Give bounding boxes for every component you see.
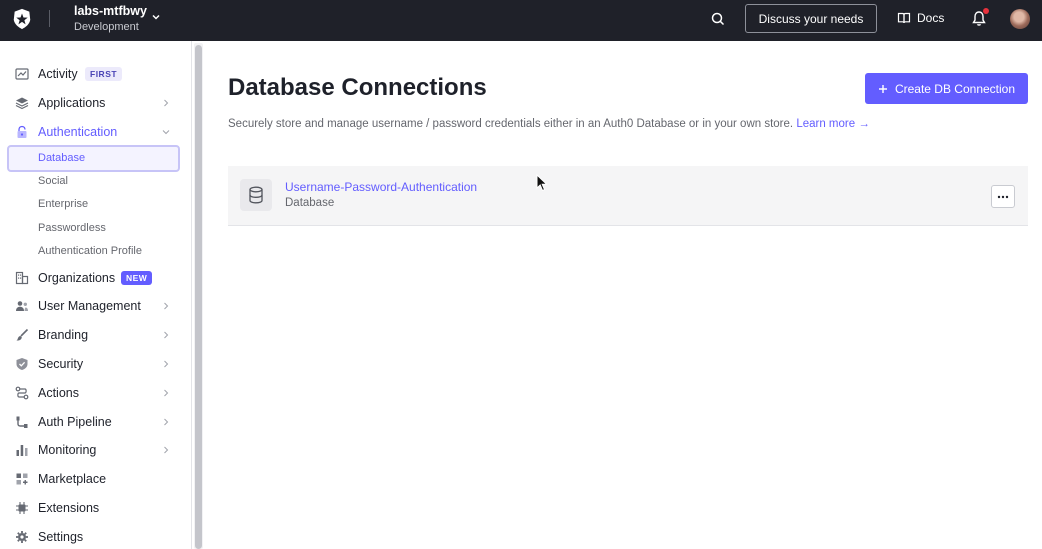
- activity-icon: [15, 68, 29, 80]
- first-badge: FIRST: [85, 67, 123, 81]
- sidebar-item-label: Marketplace: [38, 472, 107, 486]
- shield-icon: [16, 358, 28, 370]
- discuss-needs-button[interactable]: Discuss your needs: [745, 4, 877, 33]
- sidebar-item-marketplace[interactable]: Marketplace: [0, 466, 185, 492]
- connection-more-options-button[interactable]: [991, 185, 1015, 208]
- sidebar-scrollbar-thumb[interactable]: [195, 45, 202, 549]
- tenant-name: labs-mtfbwy: [74, 4, 147, 18]
- sidebar-item-auth-pipeline[interactable]: Auth Pipeline: [0, 409, 185, 435]
- sidebar-item-activity[interactable]: Activity FIRST: [0, 61, 185, 87]
- users-icon: [16, 301, 28, 311]
- sidebar-item-label: Monitoring: [38, 443, 97, 457]
- sidebar-subitem-enterprise[interactable]: Enterprise: [38, 198, 88, 210]
- connection-type: Database: [285, 197, 335, 209]
- sidebar-subitem-authentication-profile[interactable]: Authentication Profile: [38, 245, 142, 257]
- sidebar-item-organizations[interactable]: Organizations NEW: [0, 265, 185, 291]
- sidebar-item-label: Settings: [38, 530, 84, 544]
- sidebar-item-branding[interactable]: Branding: [0, 322, 185, 348]
- chevron-right-icon: [164, 418, 169, 426]
- page-description: Securely store and manage username / pas…: [228, 118, 870, 130]
- docs-label: Docs: [917, 11, 945, 25]
- connection-icon-tile: [240, 179, 272, 211]
- database-icon: [249, 186, 263, 204]
- chevron-right-icon: [164, 331, 169, 339]
- sidebar-item-label: Branding: [38, 328, 89, 342]
- sidebar-item-label: Security: [38, 357, 84, 371]
- topbar-divider: [49, 10, 50, 27]
- sidebar-item-extensions[interactable]: Extensions: [0, 495, 185, 521]
- gear-icon: [16, 531, 28, 543]
- chevron-right-icon: [164, 446, 169, 454]
- sidebar-item-settings[interactable]: Settings: [0, 524, 185, 549]
- sidebar-item-label: Extensions: [38, 501, 100, 515]
- sidebar-item-actions[interactable]: Actions: [0, 380, 185, 406]
- book-icon: [897, 12, 911, 24]
- plus-icon: [878, 84, 887, 93]
- chevron-right-icon: [164, 302, 169, 310]
- connection-name-link[interactable]: Username-Password-Authentication: [285, 180, 477, 194]
- sidebar-subitem-active-highlight: [7, 145, 180, 172]
- applications-icon: [15, 97, 29, 110]
- sidebar-subitem-social[interactable]: Social: [38, 175, 68, 187]
- connection-row[interactable]: Username-Password-Authentication Databas…: [228, 166, 1028, 226]
- page-title: Database Connections: [228, 74, 487, 101]
- tenant-environment: Development: [74, 21, 139, 33]
- learn-more-link[interactable]: Learn more →: [796, 118, 870, 130]
- top-bar: labs-mtfbwy Development Discuss your nee…: [0, 0, 1042, 41]
- chart-icon: [16, 445, 28, 456]
- sidebar-item-monitoring[interactable]: Monitoring: [0, 437, 185, 463]
- lock-icon: [17, 125, 27, 138]
- sidebar-item-security[interactable]: Security: [0, 351, 185, 377]
- chevron-right-icon: [164, 360, 169, 368]
- sidebar-item-label: Organizations: [38, 271, 116, 285]
- sidebar-item-authentication[interactable]: Authentication: [0, 119, 185, 145]
- sidebar-item-label: Applications: [38, 96, 106, 110]
- organizations-icon: [15, 271, 29, 285]
- avatar[interactable]: [1010, 9, 1030, 29]
- sidebar-subitem-passwordless[interactable]: Passwordless: [38, 222, 106, 234]
- sidebar-item-applications[interactable]: Applications: [0, 90, 185, 116]
- chevron-right-icon: [164, 99, 169, 107]
- search-icon[interactable]: [710, 11, 726, 27]
- mouse-cursor-icon: [536, 174, 548, 192]
- chevron-down-icon[interactable]: [151, 12, 161, 22]
- notification-dot: [983, 8, 989, 14]
- actions-icon: [15, 386, 29, 400]
- new-badge: NEW: [121, 271, 153, 285]
- extensions-icon: [16, 502, 28, 514]
- docs-link[interactable]: Docs: [897, 11, 944, 25]
- sidebar-item-label: Activity: [38, 67, 78, 81]
- page-description-text: Securely store and manage username / pas…: [228, 118, 794, 130]
- sidebar-item-label: Actions: [38, 386, 79, 400]
- chevron-down-icon: [162, 130, 170, 135]
- brush-icon: [16, 328, 29, 341]
- marketplace-icon: [16, 473, 28, 485]
- create-db-connection-label: Create DB Connection: [894, 81, 1016, 96]
- tenant-switcher[interactable]: labs-mtfbwy Development: [74, 4, 147, 34]
- sidebar-item-label: Auth Pipeline: [38, 415, 112, 429]
- more-horizontal-icon: [997, 195, 1009, 198]
- auth0-logo-icon[interactable]: [11, 8, 33, 30]
- sidebar-item-label: User Management: [38, 299, 141, 313]
- pipeline-icon: [16, 416, 28, 428]
- chevron-right-icon: [164, 389, 169, 397]
- sidebar-subitem-database[interactable]: Database: [38, 152, 85, 164]
- sidebar-item-label: Authentication: [38, 125, 118, 139]
- create-db-connection-button[interactable]: Create DB Connection: [865, 73, 1028, 104]
- sidebar-item-user-management[interactable]: User Management: [0, 293, 185, 319]
